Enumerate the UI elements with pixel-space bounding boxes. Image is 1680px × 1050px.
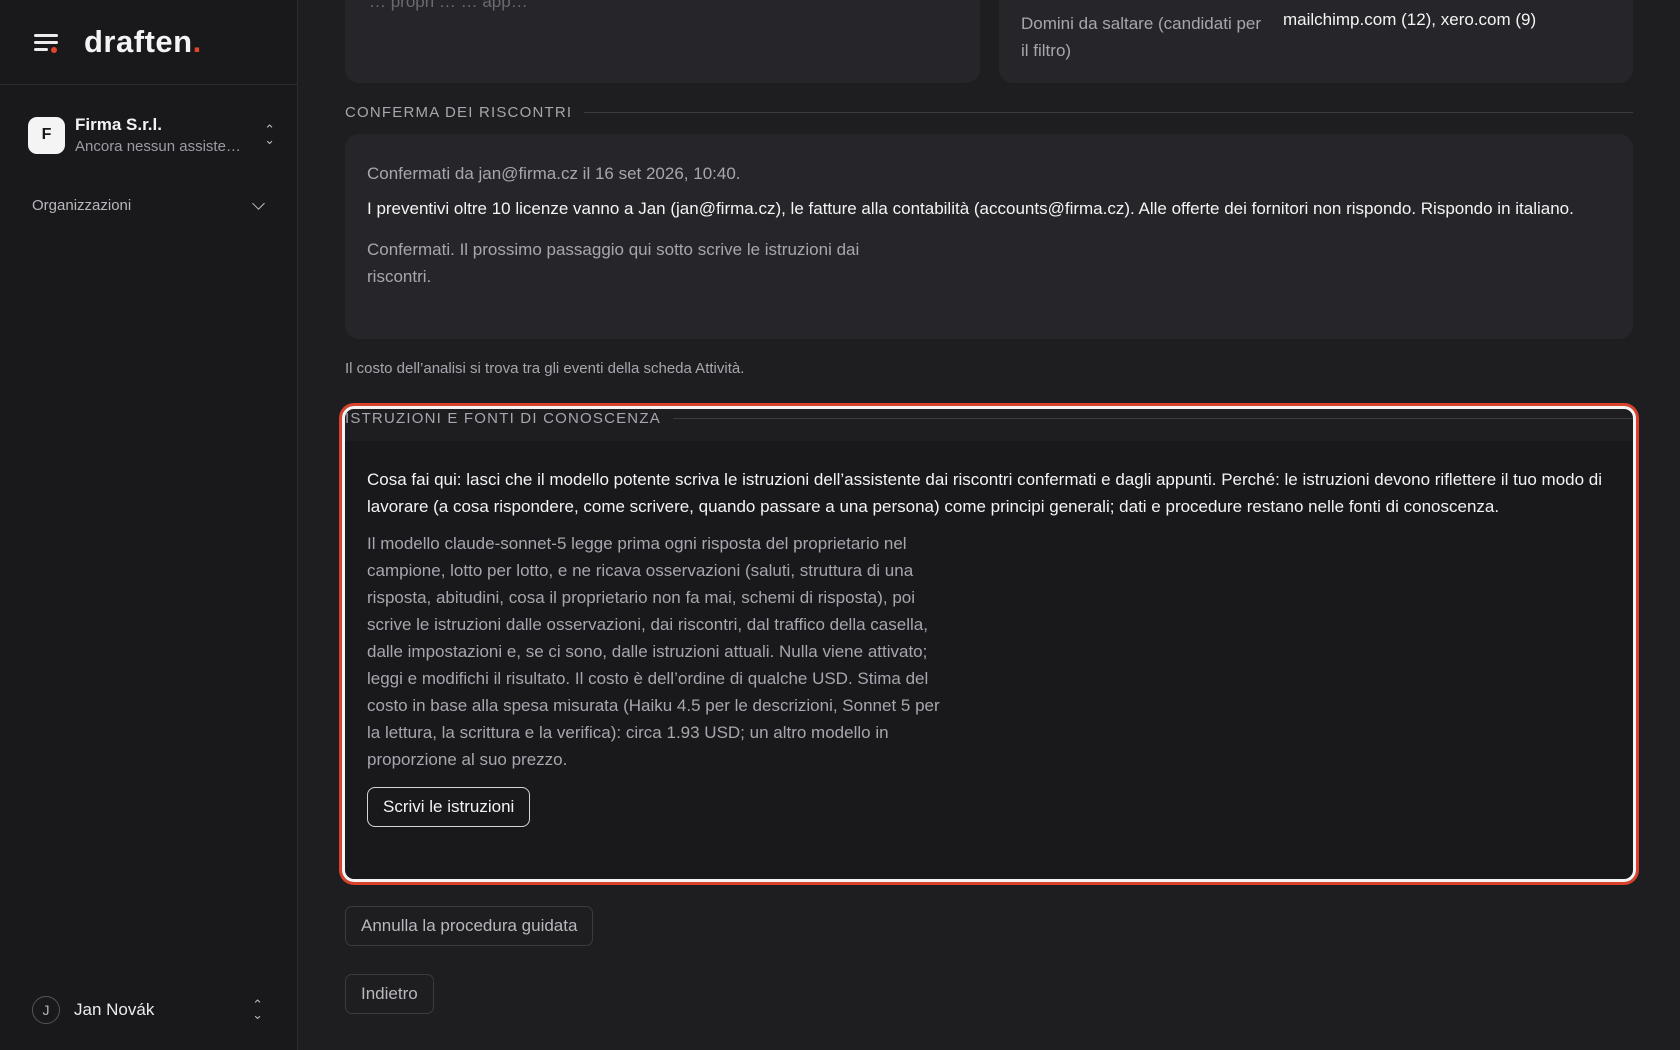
sidebar-item-organizzazioni[interactable]: Organizzazioni bbox=[32, 197, 265, 214]
menu-icon[interactable] bbox=[32, 28, 60, 56]
cancel-wizard-button[interactable]: Annulla la procedura guidata bbox=[345, 906, 594, 946]
org-name: Firma S.r.l. bbox=[75, 115, 162, 134]
org-subtitle: Ancora nessun assistente bbox=[75, 138, 245, 155]
app: draften. F Firma S.r.l. Ancora nessun as… bbox=[0, 0, 1680, 1050]
sidebar: draften. F Firma S.r.l. Ancora nessun as… bbox=[0, 0, 298, 1050]
chevron-up-down-icon: ⌃ ⌄ bbox=[264, 122, 275, 147]
domains-value: mailchimp.com (12), xero.com (9) bbox=[1283, 10, 1537, 29]
sidebar-item-label: Organizzazioni bbox=[32, 197, 132, 214]
confirm-card: Confermati da jan@firma.cz il 16 set 202… bbox=[345, 134, 1633, 339]
section-title-confirm: Conferma dei riscontri bbox=[345, 104, 1633, 121]
user-name: Jan Novák bbox=[74, 1000, 155, 1019]
domains-card: Domini da saltare (candidati per il filt… bbox=[999, 0, 1633, 83]
domains-label: Domini da saltare (candidati per il filt… bbox=[1021, 14, 1262, 60]
confirm-meta: Confermati da jan@firma.cz il 16 set 202… bbox=[367, 164, 741, 183]
org-avatar: F bbox=[28, 116, 65, 154]
chevron-down-icon bbox=[252, 197, 265, 210]
summary-card: … propri … … app… bbox=[345, 0, 980, 83]
confirm-body: I preventivi oltre 10 licenze vanno a Ja… bbox=[367, 199, 1574, 218]
chevron-up-down-icon: ⌃ ⌄ bbox=[252, 997, 263, 1022]
cost-note: Il costo dell’analisi si trova tra gli e… bbox=[345, 360, 745, 377]
confirm-next: Confermati. Il prossimo passaggio qui so… bbox=[367, 240, 860, 286]
summary-text: … propri … … app… bbox=[369, 0, 528, 11]
org-switcher[interactable]: F Firma S.r.l. Ancora nessun assistente … bbox=[28, 115, 275, 155]
top-cards: … propri … … app… Domini da saltare (can… bbox=[345, 0, 1633, 83]
user-switcher[interactable]: J Jan Novák ⌃ ⌄ bbox=[32, 996, 263, 1024]
logo: draften. bbox=[84, 24, 202, 59]
sidebar-header: draften. bbox=[0, 0, 297, 85]
focus-highlight bbox=[342, 406, 1636, 882]
avatar: J bbox=[32, 996, 60, 1024]
back-button[interactable]: Indietro bbox=[345, 974, 434, 1014]
